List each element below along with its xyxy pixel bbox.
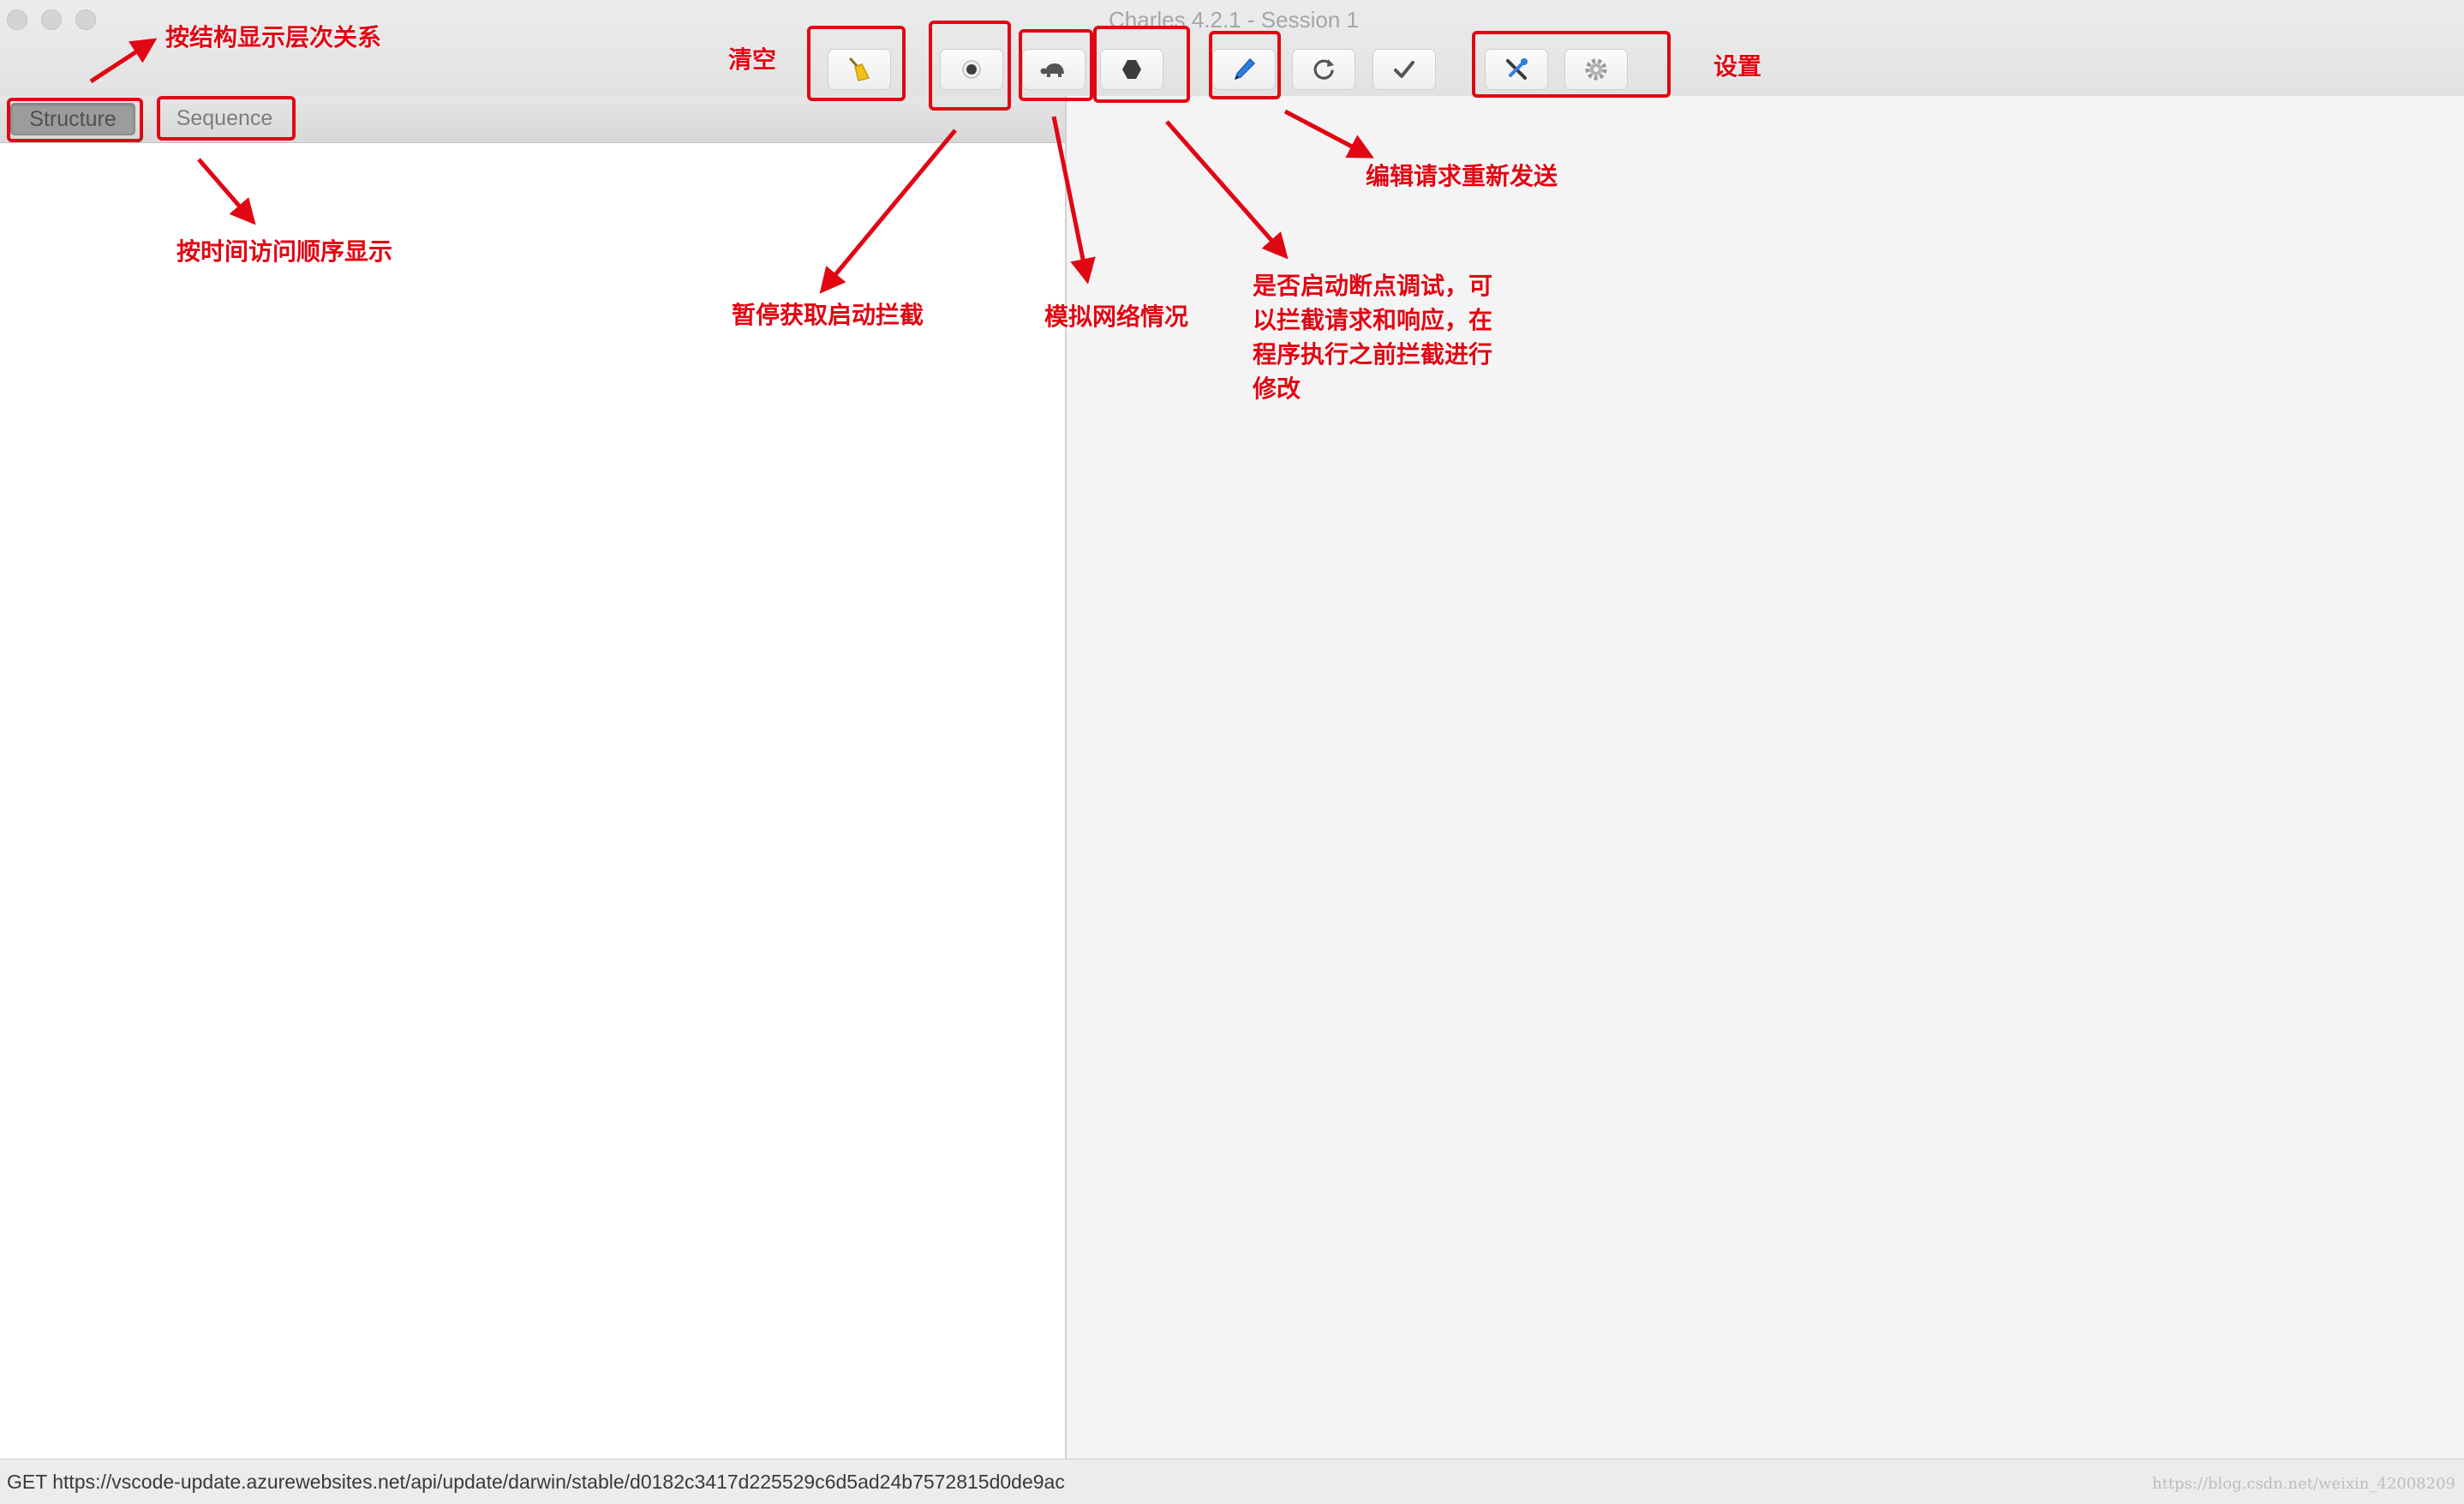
highlight-throttle: [1019, 29, 1093, 101]
highlight-record: [929, 21, 1011, 111]
status-text: GET https://vscode-update.azurewebsites.…: [7, 1471, 1065, 1493]
annotation-sequence: 按时间访问顺序显示: [176, 238, 393, 265]
watermark: https://blog.csdn.net/weixin_42008209: [2151, 1475, 2455, 1493]
annotation-clear: 清空: [728, 46, 777, 73]
status-bar: GET https://vscode-update.azurewebsites.…: [0, 1459, 2464, 1504]
annotation-structure: 按结构显示层次关系: [165, 24, 382, 51]
annotation-record: 暂停获取启动拦截: [732, 302, 924, 328]
zoom-window-button[interactable]: [75, 9, 96, 30]
highlight-structure: [7, 98, 143, 142]
highlight-settings: [1472, 31, 1671, 98]
highlight-compose: [1209, 31, 1281, 99]
highlight-clear: [807, 26, 906, 101]
minimize-window-button[interactable]: [41, 9, 62, 30]
close-window-button[interactable]: [7, 9, 27, 30]
highlight-breakpoints: [1093, 26, 1190, 103]
session-tree-pane[interactable]: [0, 143, 1065, 1459]
repeat-request-button[interactable]: [1292, 49, 1355, 90]
annotation-compose: 编辑请求重新发送: [1366, 163, 1558, 189]
annotation-throttle: 模拟网络情况: [1044, 303, 1189, 330]
annotation-settings: 设置: [1713, 53, 1762, 80]
highlight-sequence: [157, 96, 296, 141]
refresh-icon: [1313, 59, 1334, 80]
checkmark-icon: [1394, 61, 1414, 78]
annotation-breakpoints: 是否启动断点调试，可以拦截请求和响应，在程序执行之前拦截进行修改: [1253, 273, 1493, 402]
validate-button[interactable]: [1373, 49, 1436, 90]
